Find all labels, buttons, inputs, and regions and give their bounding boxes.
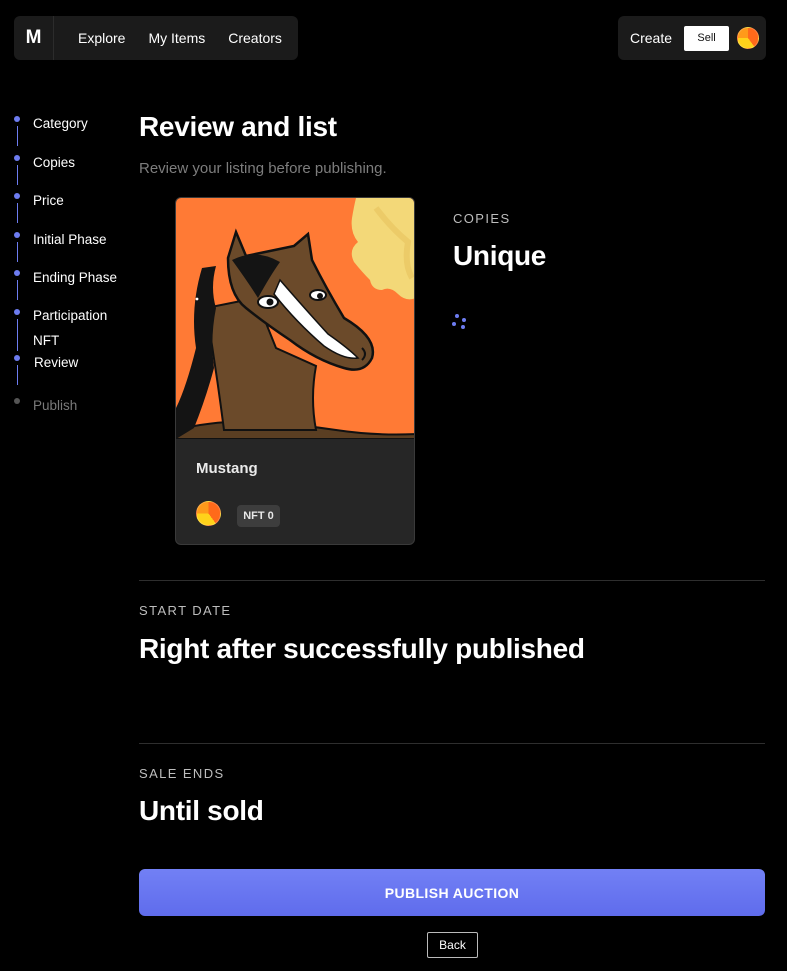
step-label: Participation NFT — [33, 307, 108, 348]
step-dot — [14, 116, 20, 122]
step-connector — [16, 203, 18, 224]
step-dot — [14, 154, 20, 161]
step-dot — [14, 308, 20, 315]
step-label: Initial Phase — [33, 231, 107, 247]
brand-logo[interactable]: M — [14, 16, 54, 60]
step-label: Category — [33, 116, 88, 131]
nav-links: Explore My Items Creators — [54, 30, 282, 46]
nft-artwork-image — [176, 198, 414, 439]
sale-ends-kicker: SALE ENDS — [139, 766, 225, 781]
loading-spinner-icon — [452, 314, 470, 332]
nav-link-explore[interactable]: Explore — [78, 30, 125, 46]
step-dot — [14, 397, 20, 404]
section-divider — [139, 580, 765, 581]
step-connector — [16, 126, 18, 146]
top-nav-right: Create Sell — [618, 16, 766, 60]
step-dot — [14, 354, 20, 361]
copies-kicker: COPIES — [453, 211, 511, 226]
step-label: Review — [34, 354, 79, 370]
step-dot — [14, 231, 20, 238]
user-avatar[interactable] — [737, 27, 759, 49]
section-divider — [139, 743, 765, 744]
creator-avatar[interactable] — [196, 501, 221, 526]
back-button[interactable]: Back — [427, 932, 478, 958]
step-dot — [14, 270, 20, 277]
publish-auction-button[interactable]: PUBLISH AUCTION — [139, 869, 765, 916]
start-date-kicker: START DATE — [139, 603, 232, 618]
step-label: Publish — [33, 397, 78, 413]
nft-count-badge: NFT 0 — [237, 505, 280, 527]
step-connector — [16, 364, 18, 385]
step-connector — [16, 318, 18, 351]
sell-button[interactable]: Sell — [684, 25, 730, 51]
sale-ends-value: Until sold — [139, 795, 264, 826]
step-connector — [16, 241, 18, 262]
nft-preview-card[interactable]: Mustang NFT 0 — [175, 197, 415, 545]
top-nav-left: M Explore My Items Creators — [14, 16, 298, 60]
step-dot — [14, 193, 20, 200]
nft-name: Mustang — [196, 460, 258, 477]
step-connector — [16, 280, 18, 301]
step-label: Price — [33, 193, 64, 209]
step-label: Ending Phase — [33, 270, 118, 286]
step-connector — [16, 164, 18, 185]
nav-link-my-items[interactable]: My Items — [148, 30, 205, 46]
copies-value: Unique — [453, 240, 547, 271]
nav-link-creators[interactable]: Creators — [228, 30, 282, 46]
step-label: Copies — [33, 154, 76, 170]
start-date-value: Right after successfully published — [139, 633, 585, 664]
page-subtitle: Review your listing before publishing. — [139, 160, 387, 177]
create-link[interactable]: Create — [630, 30, 672, 46]
page-title: Review and list — [139, 111, 337, 142]
